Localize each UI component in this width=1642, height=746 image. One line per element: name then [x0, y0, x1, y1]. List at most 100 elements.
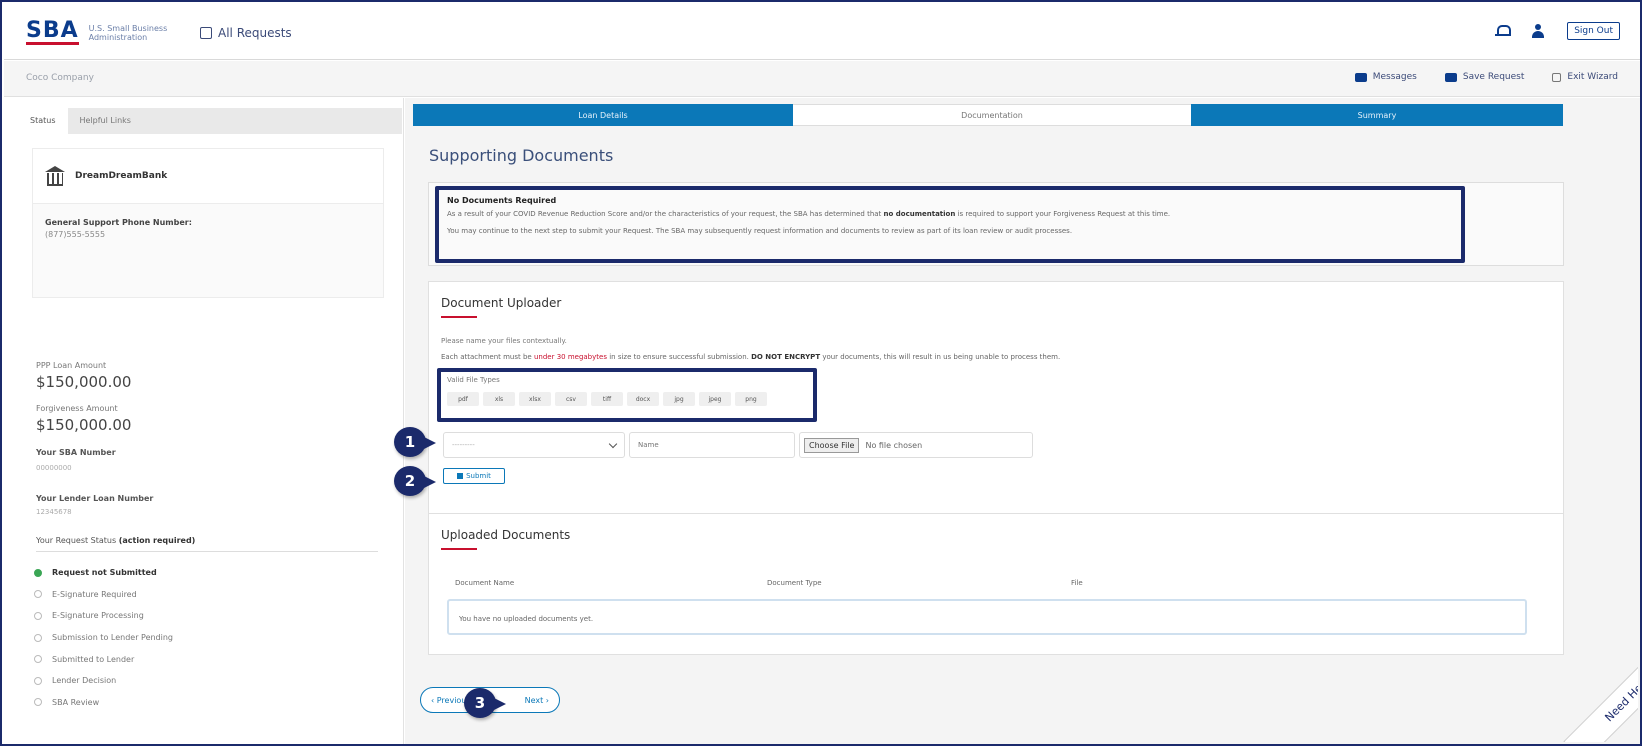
file-type-chip: csv — [555, 392, 587, 406]
warning-middle: in size to ensure successful submission. — [606, 353, 752, 361]
title-underline — [441, 548, 477, 550]
external-link-icon — [200, 27, 212, 39]
user-icon[interactable] — [1531, 24, 1545, 38]
callout-marker-2: 2 — [394, 466, 436, 496]
lender-name: DreamDreamBank — [75, 171, 168, 181]
uploaded-documents-card: Uploaded Documents Document Name Documen… — [428, 513, 1564, 655]
status-item-label: Lender Decision — [52, 676, 117, 686]
status-item-label: SBA Review — [52, 697, 100, 707]
tab-helpful-links[interactable]: Helpful Links — [68, 108, 143, 134]
exit-wizard-label: Exit Wizard — [1567, 72, 1618, 82]
file-type-chip: tiff — [591, 392, 623, 406]
file-types-label: Valid File Types — [447, 376, 500, 384]
next-button[interactable]: Next › — [525, 696, 549, 705]
phone-number: (877)555-5555 — [45, 230, 106, 239]
warning-end: your documents, this will result in us b… — [820, 353, 1061, 361]
column-header-file: File — [1071, 579, 1083, 587]
company-name: Coco Company — [26, 73, 94, 83]
column-header-document-name: Document Name — [455, 579, 515, 587]
wizard-steps: Loan Details Documentation Summary — [413, 104, 1563, 126]
status-item-label: E-Signature Required — [52, 589, 137, 599]
status-sidebar: Status Helpful Links DreamDreamBank Gene… — [4, 98, 404, 744]
phone-label: General Support Phone Number: — [45, 218, 192, 227]
file-type-chip: pdf — [447, 392, 479, 406]
step-summary[interactable]: Summary — [1191, 104, 1563, 126]
status-item-lender-decision: Lender Decision — [34, 670, 173, 692]
notice-line-1-end: is required to support your Forgiveness … — [955, 210, 1171, 218]
tab-status[interactable]: Status — [18, 108, 68, 134]
messages-label: Messages — [1372, 72, 1417, 82]
select-value: --------- — [452, 441, 475, 449]
save-request-button[interactable]: Save Request — [1444, 72, 1525, 82]
logo-mark: SBA — [26, 18, 79, 45]
file-type-chip: jpg — [663, 392, 695, 406]
need-help-label: Need Help — [1563, 646, 1638, 742]
chevron-down-icon — [608, 439, 618, 449]
notice-title: No Documents Required — [447, 196, 557, 205]
uploader-instructions: Please name your files contextually. — [441, 337, 567, 345]
messages-button[interactable]: Messages — [1354, 72, 1417, 82]
exit-wizard-button[interactable]: Exit Wizard — [1552, 72, 1618, 82]
uploader-size-warning: Each attachment must be under 30 megabyt… — [441, 353, 1060, 361]
submit-upload-button[interactable]: Submit — [443, 468, 505, 484]
need-help-widget[interactable]: Need Help — [1542, 646, 1638, 742]
document-name-input[interactable] — [629, 432, 795, 458]
status-pending-dot-icon — [34, 590, 42, 599]
column-header-document-type: Document Type — [767, 579, 822, 587]
status-item-label: Submitted to Lender — [52, 654, 135, 664]
empty-documents-message: You have no uploaded documents yet. — [447, 599, 1527, 635]
status-item-label: Submission to Lender Pending — [52, 633, 174, 643]
file-type-chip: png — [735, 392, 767, 406]
chat-icon — [1354, 72, 1367, 82]
lender-card: DreamDreamBank General Support Phone Num… — [32, 148, 384, 298]
wizard-actions: Messages Save Request Exit Wizard — [1354, 72, 1618, 82]
step-documentation[interactable]: Documentation — [793, 104, 1191, 126]
status-complete-dot-icon — [34, 568, 42, 577]
status-title-action: (action required) — [118, 536, 196, 545]
save-request-label: Save Request — [1462, 72, 1525, 82]
header-actions: Sign Out — [1495, 22, 1620, 40]
step-loan-details[interactable]: Loan Details — [413, 104, 793, 126]
app-frame: SBA U.S. Small Business Administration A… — [0, 0, 1642, 746]
file-type-chip: docx — [627, 392, 659, 406]
warning-start: Each attachment must be — [441, 353, 534, 361]
callout-marker-3: 3 — [464, 688, 506, 718]
all-requests-link[interactable]: All Requests — [200, 26, 292, 40]
status-item-submitted-to-lender: Submitted to Lender — [34, 648, 173, 670]
status-pending-dot-icon — [34, 633, 42, 642]
warning-do-not-encrypt: DO NOT ENCRYPT — [751, 353, 821, 361]
warning-size-limit: under 30 megabytes — [533, 353, 607, 361]
forgiveness-amount-label: Forgiveness Amount — [36, 404, 118, 413]
exit-icon — [1552, 72, 1562, 82]
loan-amount: $150,000.00 — [36, 373, 132, 391]
choose-file-button[interactable]: Choose File — [804, 437, 860, 453]
top-header: SBA U.S. Small Business Administration A… — [4, 4, 1640, 60]
file-type-chip: xls — [483, 392, 515, 406]
bank-icon — [45, 166, 65, 186]
status-title-text: Your Request Status — [36, 536, 117, 545]
status-item-sba-review: SBA Review — [34, 692, 173, 714]
notice-line-1: As a result of your COVID Revenue Reduct… — [447, 210, 1453, 219]
uploaded-title: Uploaded Documents — [441, 528, 571, 542]
lender-loan-number-label: Your Lender Loan Number — [36, 494, 154, 503]
notifications-bell-icon[interactable] — [1495, 24, 1512, 38]
cloud-save-icon — [1444, 72, 1457, 82]
document-type-select[interactable]: --------- — [443, 432, 625, 458]
status-pending-dot-icon — [34, 698, 42, 707]
upload-icon — [457, 473, 464, 479]
file-picker: Choose File No file chosen — [799, 432, 1033, 458]
status-item-submission-pending: Submission to Lender Pending — [34, 627, 173, 649]
notice-line-2: You may continue to the next step to sub… — [447, 227, 1073, 235]
file-types-list: pdf xls xlsx csv tiff docx jpg jpeg png — [447, 392, 807, 406]
next-label: Next — [524, 695, 544, 705]
sidebar-tabs: Status Helpful Links — [18, 108, 402, 134]
all-requests-label: All Requests — [218, 26, 292, 40]
status-pending-dot-icon — [34, 655, 42, 664]
notice-line-1-start: As a result of your COVID Revenue Reduct… — [447, 210, 884, 218]
logo-subtitle: U.S. Small Business Administration — [88, 23, 168, 42]
notice-panel: No Documents Required As a result of you… — [428, 182, 1564, 266]
no-file-chosen-text: No file chosen — [865, 440, 923, 450]
sign-out-button[interactable]: Sign Out — [1567, 22, 1620, 40]
valid-file-types-box: Valid File Types pdf xls xlsx csv tiff d… — [437, 368, 817, 422]
sba-logo[interactable]: SBA U.S. Small Business Administration — [26, 20, 169, 45]
